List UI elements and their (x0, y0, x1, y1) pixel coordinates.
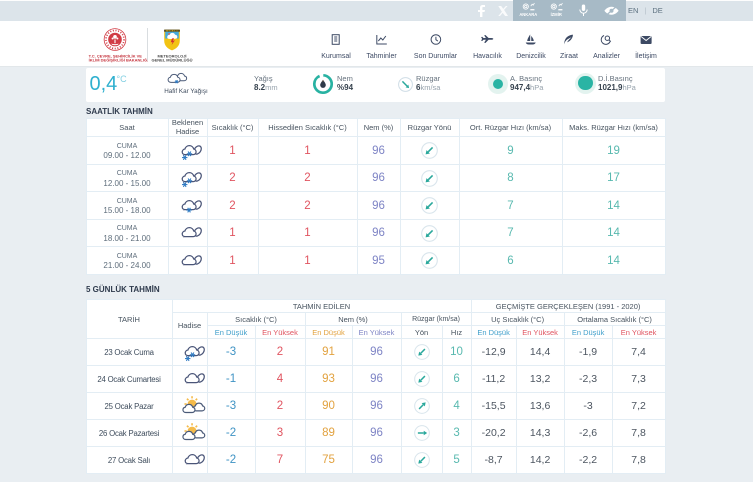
svg-text:METEOROLOJİ: METEOROLOJİ (166, 29, 179, 32)
